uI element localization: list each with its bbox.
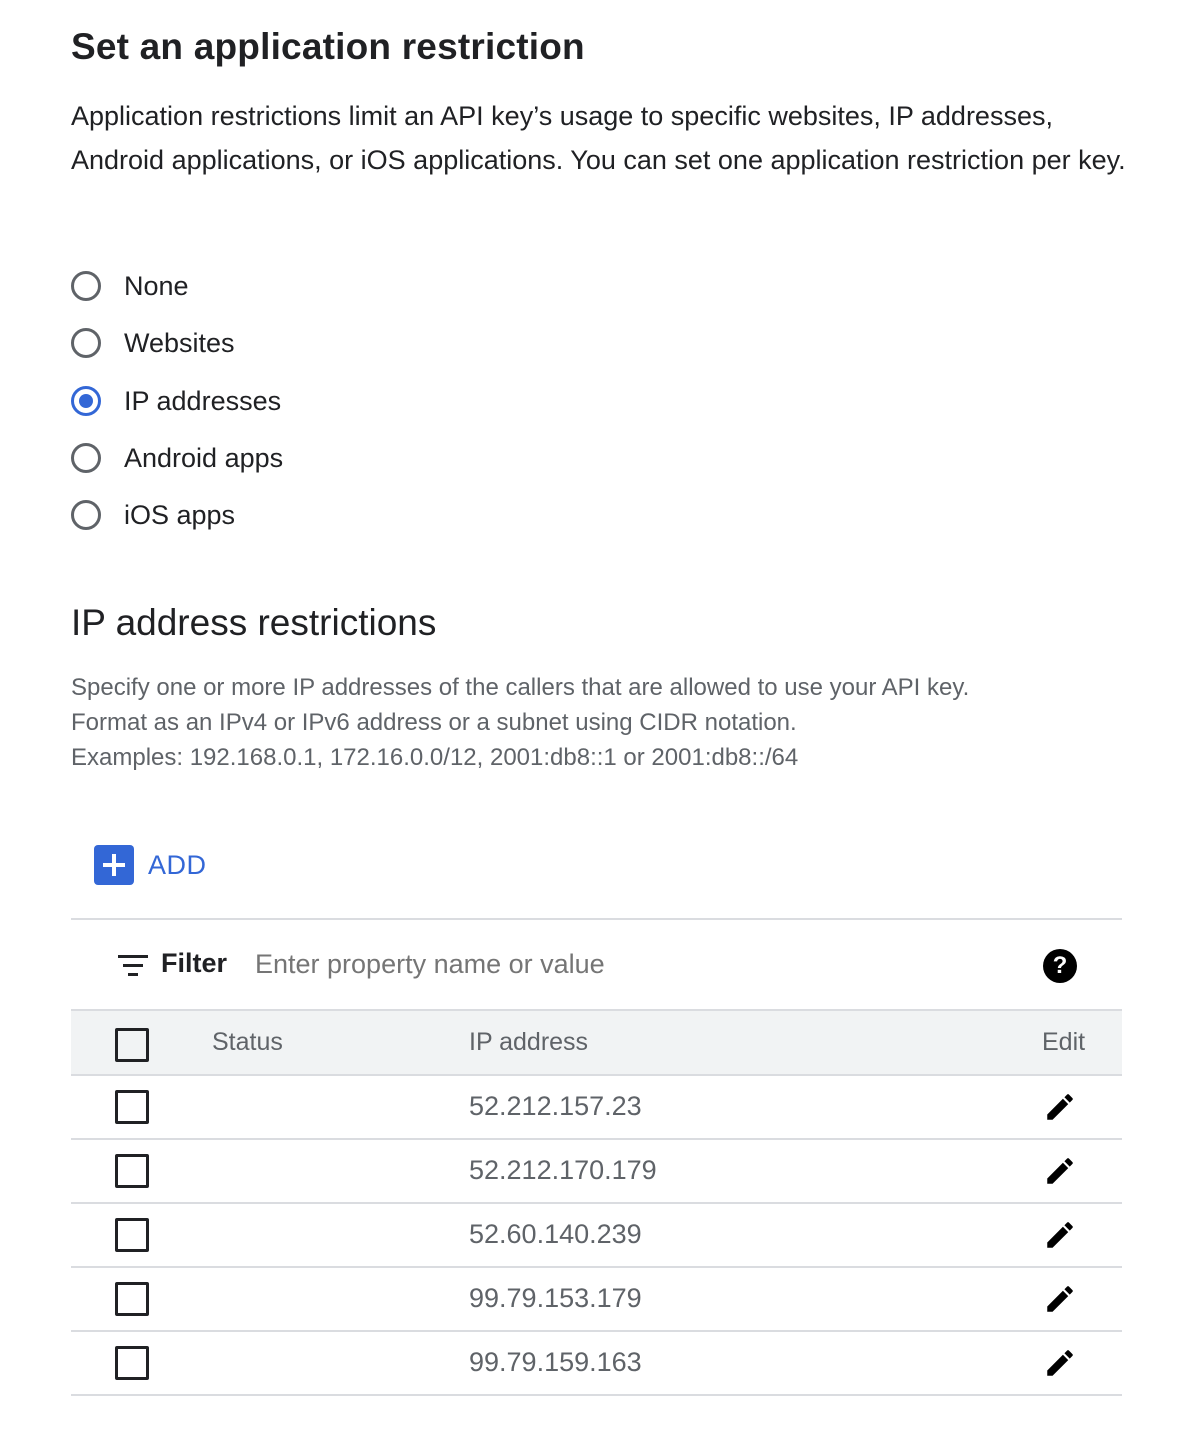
help-line: Format as an IPv4 or IPv6 address or a s… [71,709,797,736]
ip-restrictions-help: Specify one or more IP addresses of the … [71,670,969,775]
table-row: 52.60.140.239 [71,1204,1122,1268]
ip-address-cell: 99.79.153.179 [469,1283,642,1313]
plus-icon [94,845,134,885]
ip-address-cell: 52.60.140.239 [469,1219,642,1249]
column-header-edit: Edit [1042,1028,1086,1056]
radio-label-android-apps: Android apps [124,442,284,473]
radio-button[interactable] [71,442,101,473]
filter-input[interactable] [255,946,975,982]
table-row: 99.79.159.163 [71,1332,1122,1396]
row-checkbox[interactable] [115,1346,149,1380]
pencil-icon[interactable] [1043,1346,1077,1380]
pencil-icon[interactable] [1043,1282,1077,1316]
restriction-radio-group: None Websites IP addresses Android apps … [71,268,283,554]
radio-label-ip-addresses: IP addresses [124,385,282,416]
ip-address-cell: 99.79.159.163 [469,1347,642,1377]
add-ip-button[interactable]: ADD [94,845,207,885]
select-all-checkbox[interactable] [115,1028,149,1062]
radio-option-ios-apps[interactable]: iOS apps [71,497,283,554]
radio-button[interactable] [71,271,101,301]
radio-option-none[interactable]: None [71,268,283,325]
pencil-icon[interactable] [1043,1154,1077,1188]
row-checkbox[interactable] [115,1090,149,1124]
column-header-ip-address[interactable]: IP address [469,1028,588,1057]
radio-option-websites[interactable]: Websites [71,325,283,382]
column-header-status[interactable]: Status [212,1028,283,1057]
filter-bar: Filter ? [71,920,1122,1011]
radio-button[interactable] [71,328,101,359]
table-row: 52.212.170.179 [71,1140,1122,1204]
row-checkbox[interactable] [115,1218,149,1252]
radio-option-ip-addresses[interactable]: IP addresses [71,383,283,440]
table-header: Status IP address Edit [71,1011,1122,1076]
radio-label-ios-apps: iOS apps [124,500,236,531]
application-restriction-description: Application restrictions limit an API ke… [71,101,1126,175]
radio-button[interactable] [71,500,101,531]
table-row: 52.212.157.23 [71,1076,1122,1140]
radio-label-none: None [124,271,189,301]
row-checkbox[interactable] [115,1154,149,1188]
ip-address-cell: 52.212.157.23 [469,1091,642,1121]
table-row: 99.79.153.179 [71,1268,1122,1332]
filter-label: Filter [161,948,228,978]
add-button-label: ADD [148,849,207,880]
radio-option-android-apps[interactable]: Android apps [71,440,283,497]
pencil-icon[interactable] [1043,1218,1077,1252]
help-line: Specify one or more IP addresses of the … [71,674,970,701]
help-icon[interactable]: ? [1043,949,1077,983]
filter-icon[interactable] [118,955,148,977]
application-restriction-title: Set an application restriction [71,26,585,67]
ip-address-table: Filter ? Status IP address Edit 52.212.1… [71,918,1122,1396]
row-checkbox[interactable] [115,1282,149,1316]
radio-button[interactable] [71,385,101,416]
ip-address-cell: 52.212.170.179 [469,1155,657,1185]
ip-restrictions-title: IP address restrictions [71,602,437,643]
pencil-icon[interactable] [1043,1090,1077,1124]
help-line: Examples: 192.168.0.1, 172.16.0.0/12, 20… [71,744,799,771]
radio-label-websites: Websites [124,328,235,359]
